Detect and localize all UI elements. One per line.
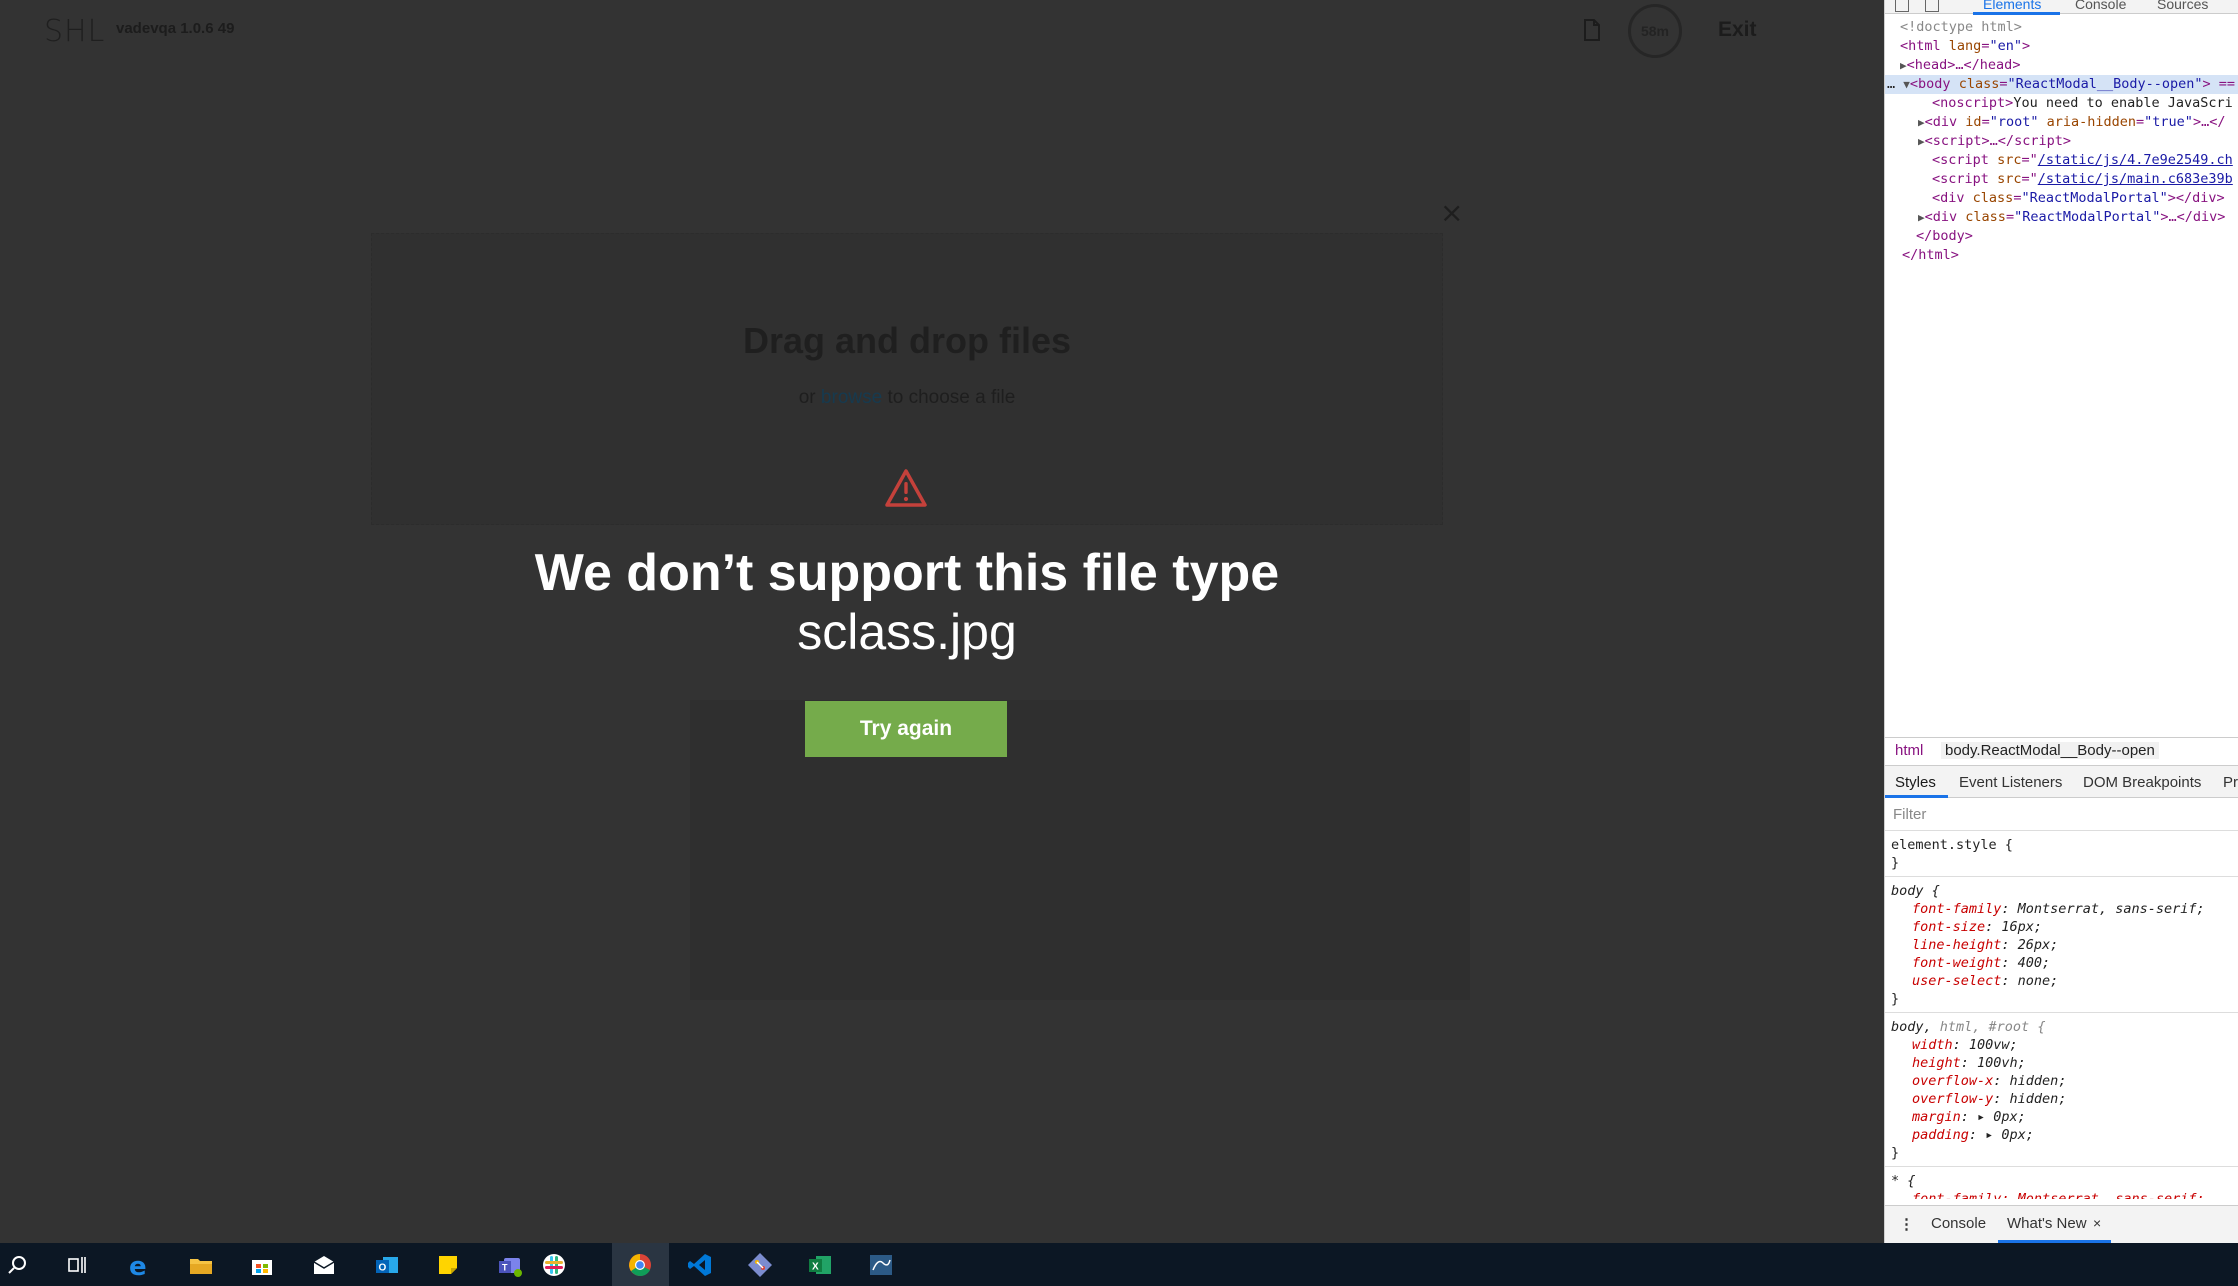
search-icon[interactable] [4, 1251, 32, 1279]
browse-link[interactable]: browse [821, 387, 882, 408]
dom-node-portal-2[interactable]: ▶<div class="ReactModalPortal">…</div> [1918, 208, 2225, 227]
breadcrumb: html body.ReactModal__Body--open [1885, 737, 2238, 764]
file-explorer-icon[interactable] [187, 1251, 215, 1279]
try-again-button[interactable]: Try again [805, 701, 1007, 757]
drawer-menu-icon[interactable]: ⋮ [1899, 1215, 1914, 1233]
subtab-styles[interactable]: Styles [1895, 774, 1936, 791]
drawer-tab-console[interactable]: Console [1931, 1215, 1986, 1232]
mysql-workbench-icon[interactable] [867, 1251, 895, 1279]
css-prop-row[interactable]: overflow-x: hidden; [1912, 1072, 2066, 1090]
dom-node-html-close[interactable]: </html> [1902, 246, 1959, 265]
document-icon[interactable] [1583, 19, 1600, 41]
error-filename: sclass.jpg [797, 604, 1017, 660]
dom-node-body-close[interactable]: </body> [1916, 227, 1973, 246]
css-prop-row[interactable]: user-select: none; [1912, 972, 2058, 990]
vscode-icon[interactable] [686, 1251, 714, 1279]
dom-node-doctype[interactable]: <!doctype html> [1900, 18, 2022, 37]
mail-icon[interactable] [310, 1251, 338, 1279]
svg-text:e: e [129, 1252, 147, 1279]
chrome-icon[interactable] [626, 1251, 654, 1279]
devtools-drawer: ⋮ Console What's New × [1885, 1205, 2238, 1243]
dom-node-script-inline[interactable]: ▶<script>…</script> [1918, 132, 2071, 151]
subtab-properties[interactable]: Pr [2223, 774, 2238, 791]
css-divider [1885, 1012, 2238, 1013]
device-toolbar-icon[interactable] [1925, 0, 1939, 12]
devtools-panel: Elements Console Sources <!doctype html>… [1884, 0, 2238, 1243]
close-icon[interactable]: × [1440, 196, 1463, 229]
breadcrumb-html[interactable]: html [1895, 742, 1923, 759]
dom-node-script-chunk[interactable]: <script src="/static/js/4.7e9e2549.ch [1932, 151, 2233, 170]
css-prop-row[interactable]: margin: ▸ 0px; [1912, 1108, 2026, 1126]
css-prop-row[interactable]: padding: ▸ 0px; [1912, 1126, 2034, 1144]
tab-elements[interactable]: Elements [1983, 0, 2041, 12]
taskbar: e O T X [0, 1243, 2238, 1286]
browse-suffix: to choose a file [882, 387, 1016, 408]
excel-icon[interactable]: X [806, 1251, 834, 1279]
svg-text:O: O [379, 1263, 387, 1274]
css-body-selector[interactable]: body { [1891, 882, 1940, 900]
sticky-notes-icon[interactable] [434, 1251, 462, 1279]
css-prop-row[interactable]: height: 100vh; [1912, 1054, 2026, 1072]
git-icon[interactable] [746, 1251, 774, 1279]
app-window: SHL vadevqa 1.0.6 49 58m Exit × Drag and… [0, 0, 1883, 1243]
css-close-brace: } [1891, 991, 1900, 1007]
dom-node-root-div[interactable]: ▶<div id="root" aria-hidden="true">…</ [1918, 113, 2225, 132]
svg-text:T: T [502, 1263, 508, 1273]
active-tab-indicator [1973, 12, 2060, 15]
error-title: We don’t support this file type [534, 544, 1280, 602]
css-prop-row[interactable]: font-weight: 400; [1912, 954, 2050, 972]
styles-filter-input[interactable]: Filter [1885, 799, 2238, 831]
teams-icon[interactable]: T [496, 1251, 524, 1279]
dom-node-body-selected[interactable]: … ▼<body class="ReactModal__Body--open">… [1885, 75, 2238, 94]
edge-icon[interactable]: e [126, 1251, 154, 1279]
css-prop-row[interactable]: line-height: 26px; [1912, 936, 2058, 954]
active-subtab-indicator [1885, 795, 1948, 798]
svg-text:X: X [812, 1262, 819, 1273]
css-prop-row-partial[interactable]: font-family: Montserrat, sans-serif; [1912, 1190, 2205, 1199]
css-star-selector[interactable]: * { [1891, 1172, 1915, 1190]
close-icon[interactable]: × [2093, 1215, 2101, 1231]
css-close-brace: } [1891, 1145, 1900, 1161]
tab-sources[interactable]: Sources [2157, 0, 2208, 12]
css-prop-row[interactable]: overflow-y: hidden; [1912, 1090, 2066, 1108]
shl-logo: SHL [44, 14, 106, 49]
inspect-element-icon[interactable] [1895, 0, 1909, 12]
dom-node-html[interactable]: <html lang="en"> [1900, 37, 2030, 56]
dom-node-noscript[interactable]: <noscript>You need to enable JavaScri [1932, 94, 2233, 113]
tab-console[interactable]: Console [2075, 0, 2126, 12]
devtools-tabbar: Elements Console Sources [1885, 0, 2238, 15]
dom-node-script-main[interactable]: <script src="/static/js/main.c683e39b [1932, 170, 2233, 189]
subtab-event-listeners[interactable]: Event Listeners [1959, 774, 2062, 791]
dom-node-portal-1[interactable]: <div class="ReactModalPortal"></div> [1932, 189, 2225, 208]
version-label: vadevqa 1.0.6 49 [116, 20, 235, 37]
warning-icon [885, 469, 927, 507]
task-view-icon[interactable] [63, 1251, 91, 1279]
timer-badge: 58m [1628, 4, 1682, 58]
css-prop-row[interactable]: font-size: 16px; [1912, 918, 2042, 936]
css-element-style[interactable]: element.style { [1891, 836, 2013, 854]
subtab-dom-breakpoints[interactable]: DOM Breakpoints [2083, 774, 2201, 791]
css-close-brace: } [1891, 855, 1900, 871]
store-icon[interactable] [248, 1251, 276, 1279]
exit-button[interactable]: Exit [1718, 18, 1757, 42]
css-root-selector[interactable]: body, html, #root { [1891, 1018, 2045, 1036]
outlook-icon[interactable]: O [373, 1251, 401, 1279]
css-prop-row[interactable]: width: 100vw; [1912, 1036, 2018, 1054]
slack-icon[interactable] [540, 1251, 568, 1279]
drawer-tab-whats-new[interactable]: What's New [2007, 1215, 2087, 1232]
css-divider [1885, 1166, 2238, 1167]
css-divider [1885, 876, 2238, 877]
app-header: SHL vadevqa 1.0.6 49 58m Exit [0, 0, 1883, 62]
browse-hint: or browse to choose a file [371, 387, 1443, 409]
dropzone-title: Drag and drop files [742, 320, 1072, 361]
breadcrumb-body[interactable]: body.ReactModal__Body--open [1941, 742, 2159, 759]
styles-subtabs: Styles Event Listeners DOM Breakpoints P… [1885, 765, 2238, 798]
dom-node-head[interactable]: ▶<head>…</head> [1900, 56, 2020, 75]
css-prop-row[interactable]: font-family: Montserrat, sans-serif; [1912, 900, 2205, 918]
browse-prefix: or [798, 387, 821, 408]
